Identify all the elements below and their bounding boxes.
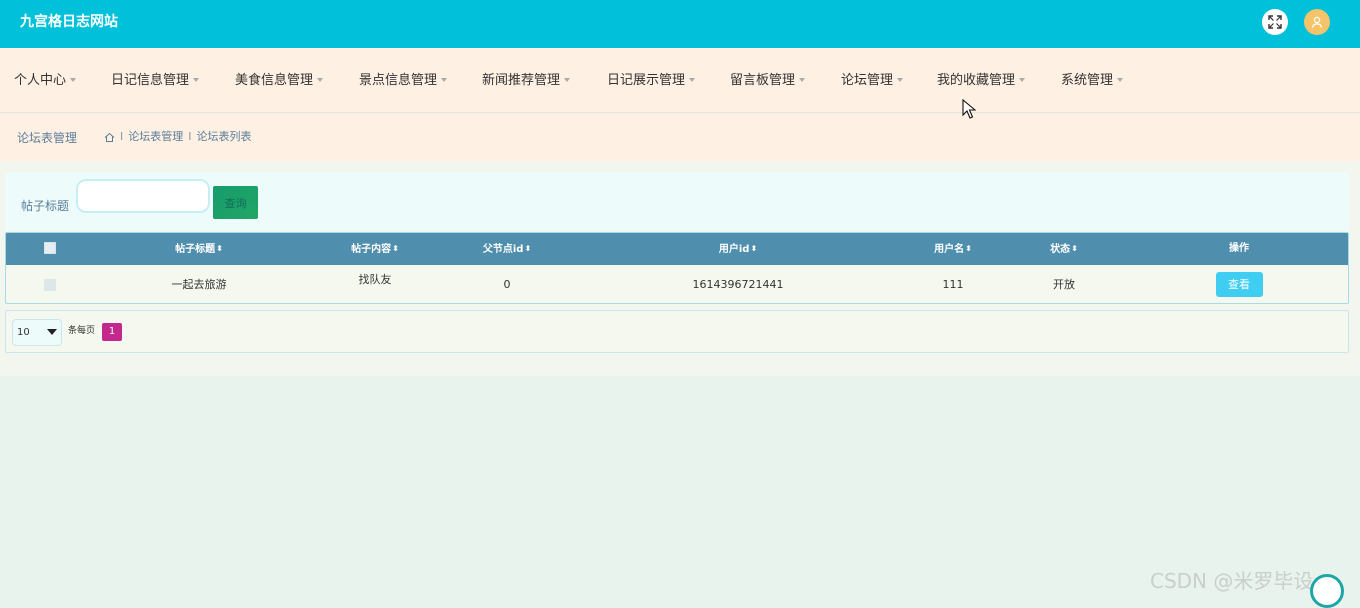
nav-item-diary-info[interactable]: 日记信息管理 (111, 72, 200, 90)
nav-item-food-info[interactable]: 美食信息管理 (235, 72, 324, 90)
column-label: 帖子内容 (351, 243, 392, 255)
search-button[interactable]: 查询 (213, 186, 258, 219)
column-header-actions: 操作 (1229, 243, 1249, 254)
caret-down-icon (799, 78, 806, 82)
nav-item-diary-display[interactable]: 日记展示管理 (607, 72, 696, 90)
breadcrumb-separator: I (120, 130, 124, 143)
page-number-current[interactable]: 1 (102, 323, 122, 341)
column-header-user-id[interactable]: 用户id⬍ (568, 233, 908, 265)
sort-icon: ⬍ (965, 243, 972, 253)
nav-item-message-board[interactable]: 留言板管理 (730, 72, 806, 90)
table-header-row: 帖子标题⬍ 帖子内容⬍ 父节点id⬍ 用户id⬍ 用户名⬍ 状态⬍ 操作 (6, 233, 1348, 265)
forum-table: 帖子标题⬍ 帖子内容⬍ 父节点id⬍ 用户id⬍ 用户名⬍ 状态⬍ 操作 一起去… (5, 232, 1349, 304)
column-header-status[interactable]: 状态⬍ (998, 233, 1130, 265)
breadcrumb-separator: I (188, 130, 192, 143)
caret-down-icon (441, 78, 448, 82)
cell-actions: 查看 (1130, 265, 1348, 303)
cell-post-title: 一起去旅游 (171, 278, 227, 291)
column-label: 父节点id (482, 243, 524, 255)
nav-item-system[interactable]: 系统管理 (1061, 72, 1124, 90)
column-label: 帖子标题 (175, 243, 216, 255)
select-all-checkbox[interactable] (44, 242, 56, 254)
nav-item-label: 论坛管理 (841, 73, 894, 88)
cell-post-content: 找队友 (358, 273, 392, 286)
select-all-cell (6, 233, 94, 265)
caret-down-icon (564, 78, 571, 82)
floating-action-button[interactable] (1310, 574, 1344, 608)
post-title-search-input[interactable] (76, 179, 210, 213)
column-header-post-content[interactable]: 帖子内容⬍ (304, 233, 446, 265)
chevron-down-icon (47, 329, 57, 335)
caret-down-icon (193, 78, 200, 82)
caret-down-icon (317, 78, 324, 82)
nav-item-label: 新闻推荐管理 (482, 73, 561, 88)
main-content: 帖子标题 查询 帖子标题⬍ 帖子内容⬍ 父节点id⬍ 用户id⬍ 用户名⬍ 状态… (0, 161, 1360, 376)
nav-item-label: 我的收藏管理 (937, 73, 1016, 88)
column-header-username[interactable]: 用户名⬍ (908, 233, 998, 265)
caret-down-icon (1019, 78, 1026, 82)
nav-item-label: 系统管理 (1061, 73, 1114, 88)
nav-item-news[interactable]: 新闻推荐管理 (482, 72, 571, 90)
breadcrumb-bar: 论坛表管理 I 论坛表管理 I 论坛表列表 (0, 114, 1360, 161)
nav-item-label: 景点信息管理 (359, 73, 438, 88)
cell-status: 开放 (1053, 278, 1075, 291)
page-size-select[interactable]: 10 (12, 319, 62, 346)
home-icon[interactable] (104, 132, 115, 143)
nav-item-label: 留言板管理 (730, 73, 796, 88)
sort-icon: ⬍ (1071, 243, 1078, 253)
nav-item-label: 美食信息管理 (235, 73, 314, 88)
cell-username: 111 (942, 277, 964, 291)
sort-icon: ⬍ (216, 243, 223, 253)
sort-icon: ⬍ (524, 243, 532, 253)
fullscreen-icon (1268, 15, 1282, 29)
column-header-post-title[interactable]: 帖子标题⬍ (94, 233, 304, 265)
breadcrumb-item-forum-management[interactable]: 论坛表管理 (128, 129, 183, 145)
app-title: 九宫格日志网站 (20, 14, 118, 30)
page-title: 论坛表管理 (17, 131, 78, 145)
page-size-value: 10 (17, 327, 30, 338)
fullscreen-button[interactable] (1262, 9, 1288, 35)
nav-item-personal-center[interactable]: 个人中心 (14, 72, 77, 90)
caret-down-icon (1117, 78, 1124, 82)
caret-down-icon (897, 78, 904, 82)
caret-down-icon (70, 78, 77, 82)
breadcrumb: I 论坛表管理 I 论坛表列表 (104, 129, 252, 145)
sort-icon: ⬍ (392, 243, 399, 253)
nav-item-scenic-info[interactable]: 景点信息管理 (359, 72, 448, 90)
breadcrumb-item-forum-list: 论坛表列表 (196, 130, 252, 143)
table-row: 一起去旅游 找队友 0 1614396721441 111 开放 查看 (6, 265, 1348, 303)
row-select-cell (6, 265, 94, 303)
nav-item-forum[interactable]: 论坛管理 (841, 72, 904, 90)
search-label: 帖子标题 (21, 199, 70, 213)
per-page-label: 条每页 (68, 326, 96, 336)
column-label: 用户名 (934, 243, 965, 255)
nav-item-label: 个人中心 (14, 73, 67, 88)
column-header-parent-id[interactable]: 父节点id⬍ (446, 233, 568, 265)
sort-icon: ⬍ (750, 243, 758, 253)
caret-down-icon (689, 78, 696, 82)
nav-item-favorites[interactable]: 我的收藏管理 (937, 72, 1026, 90)
watermark: CSDN @米罗毕设 (1150, 569, 1314, 593)
mouse-pointer-icon (962, 99, 976, 119)
view-button[interactable]: 查看 (1215, 271, 1263, 297)
user-icon (1311, 16, 1323, 28)
avatar[interactable] (1304, 9, 1330, 35)
cell-user-id: 1614396721441 (692, 277, 784, 291)
column-label: 用户id (718, 243, 750, 255)
main-nav: 个人中心 日记信息管理 美食信息管理 景点信息管理 新闻推荐管理 日记展示管理 … (0, 48, 1360, 113)
top-bar: 九宫格日志网站 (0, 0, 1360, 48)
cell-parent-id: 0 (503, 277, 511, 291)
search-panel: 帖子标题 查询 (5, 172, 1349, 231)
nav-item-label: 日记信息管理 (111, 73, 190, 88)
pagination: 10 条每页 1 (5, 310, 1349, 353)
nav-item-label: 日记展示管理 (607, 73, 686, 88)
row-checkbox[interactable] (44, 278, 56, 291)
column-label: 状态 (1050, 243, 1071, 255)
